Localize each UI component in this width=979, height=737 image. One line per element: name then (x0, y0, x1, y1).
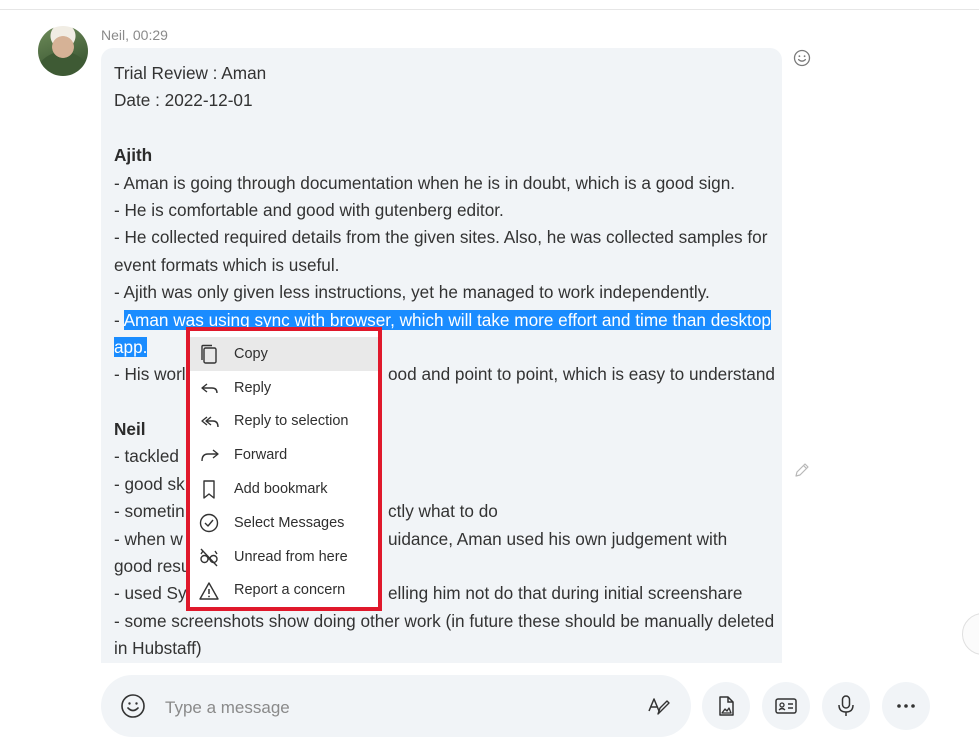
menu-item-forward[interactable]: Forward (190, 438, 378, 472)
message-line: - He is comfortable and good with gutenb… (114, 197, 774, 224)
edit-icon[interactable] (792, 460, 812, 480)
check-circle-icon (199, 513, 219, 533)
top-divider (0, 9, 979, 10)
context-menu: Copy Reply Reply to selection Forward Add bo… (186, 327, 382, 611)
message-line: in Hubstaff) (114, 635, 774, 662)
line-text: Date : 2022-12-01 (114, 90, 253, 111)
line-text: - He is comfortable and good with gutenb… (114, 199, 504, 220)
send-contact-button[interactable] (762, 682, 810, 730)
line-text: - Aman is going through documentation wh… (114, 172, 736, 193)
menu-item-label: Copy (234, 345, 268, 362)
message-line: - Ajith was only given less instructions… (114, 279, 774, 306)
section-heading: Neil (114, 419, 146, 440)
scroll-to-bottom-button[interactable] (962, 613, 979, 655)
emoji-icon[interactable] (120, 693, 146, 719)
avatar[interactable] (38, 26, 88, 76)
menu-item-label: Select Messages (234, 514, 345, 531)
menu-item-select-messages[interactable]: Select Messages (190, 506, 378, 540)
menu-item-label: Reply to selection (234, 413, 349, 430)
selected-text: app. (114, 336, 148, 357)
send-file-button[interactable] (702, 682, 750, 730)
menu-item-add-bookmark[interactable]: Add bookmark (190, 472, 378, 506)
menu-item-reply-to-selection[interactable]: Reply to selection (190, 405, 378, 439)
line-visible-left: good resu (114, 556, 191, 577)
menu-item-label: Add bookmark (234, 481, 328, 498)
menu-item-label: Forward (234, 447, 288, 464)
message-line: - Aman is going through documentation wh… (114, 170, 774, 197)
message-line: event formats which is useful. (114, 252, 774, 279)
line-text: - some screenshots show doing other work… (114, 610, 775, 631)
message-line: Date : 2022-12-01 (114, 87, 774, 114)
microphone-icon (838, 695, 854, 716)
menu-item-copy[interactable]: Copy (190, 337, 378, 371)
menu-item-reply[interactable]: Reply (190, 371, 378, 405)
line-visible-left: - His worl (114, 364, 186, 385)
line-text: Trial Review : Aman (114, 63, 267, 83)
add-reaction-icon[interactable] (792, 48, 812, 68)
menu-item-report-a-concern[interactable]: Report a concern (190, 574, 378, 608)
warning-icon (199, 581, 219, 600)
line-visible-left: - used Sy (114, 583, 187, 604)
bookmark-icon (203, 480, 215, 499)
text-format-icon[interactable] (646, 694, 670, 718)
message-line: - He collected required details from the… (114, 224, 774, 251)
message-line: - some screenshots show doing other work… (114, 608, 774, 635)
message-line: Trial Review : Aman (114, 60, 774, 87)
contact-card-icon (775, 698, 797, 714)
forward-icon (201, 449, 219, 462)
line-visible-right: uidance, Aman used his own judgement wit… (388, 528, 728, 549)
copy-icon (201, 344, 217, 364)
line-text: - Ajith was only given less instructions… (114, 282, 710, 303)
line-prefix: - (114, 309, 124, 330)
message-line: Ajith (114, 142, 774, 169)
line-text: event formats which is useful. (114, 254, 340, 275)
more-options-button[interactable] (882, 682, 930, 730)
line-visible-right: elling him not do that during initial sc… (388, 583, 743, 604)
line-visible-left: - sometin (114, 501, 185, 522)
menu-item-unread-from-here[interactable]: Unread from here (190, 540, 378, 574)
record-audio-button[interactable] (822, 682, 870, 730)
line-visible-right: ctly what to do (388, 501, 498, 522)
line-visible-left: - when w (114, 528, 183, 549)
section-heading: Ajith (114, 145, 153, 166)
menu-item-label: Unread from here (234, 548, 348, 565)
message-input[interactable] (163, 693, 627, 723)
line-visible-right: ood and point to point, which is easy to… (388, 364, 775, 385)
sender-time: Neil, 00:29 (101, 27, 168, 43)
menu-item-label: Report a concern (234, 582, 346, 599)
reply-icon (201, 383, 218, 393)
line-text: in Hubstaff) (114, 638, 202, 659)
file-image-icon (719, 696, 734, 716)
line-visible-left: - good sk (114, 473, 185, 494)
line-text: - He collected required details from the… (114, 227, 768, 248)
line-visible-left: - tackled (114, 446, 179, 467)
reply-all-icon (201, 416, 219, 427)
menu-item-label: Reply (234, 379, 272, 396)
more-icon (897, 704, 915, 708)
glasses-off-icon (200, 548, 218, 567)
